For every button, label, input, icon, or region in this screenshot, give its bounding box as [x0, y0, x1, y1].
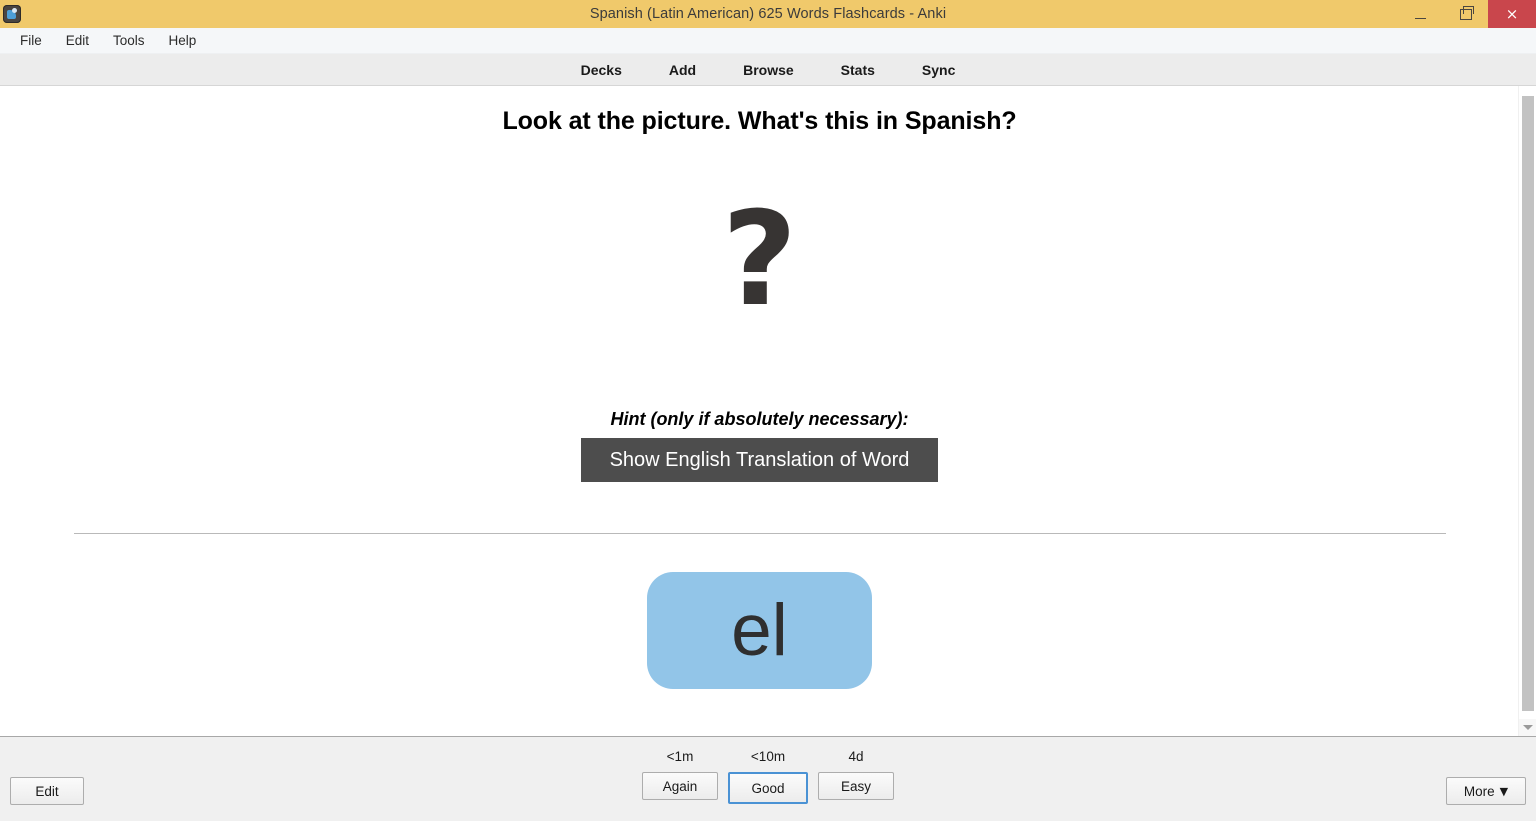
menu-item-tools[interactable]: Tools — [101, 31, 157, 50]
more-button-label: More — [1463, 783, 1495, 799]
question-mark-icon: ? — [721, 183, 798, 335]
card-question-prompt: Look at the picture. What's this in Span… — [502, 107, 1017, 135]
ease-column-again: <1m Again — [642, 749, 718, 804]
window-title: Spanish (Latin American) 625 Words Flash… — [589, 6, 947, 22]
card-image-placeholder: ? — [722, 194, 797, 324]
toolbar-item-sync[interactable]: Sync — [922, 62, 955, 78]
good-button[interactable]: Good — [728, 772, 808, 804]
maximize-button[interactable] — [1443, 0, 1488, 28]
show-translation-hint-button[interactable]: Show English Translation of Word — [580, 438, 939, 482]
scrollbar-thumb[interactable] — [1522, 96, 1534, 711]
main-toolbar: Decks Add Browse Stats Sync — [0, 54, 1536, 86]
scrollbar-track[interactable] — [1519, 86, 1536, 719]
chevron-down-icon: ▼ — [1499, 784, 1509, 798]
answer-divider — [73, 533, 1446, 534]
ease-buttons-group: <1m Again <10m Good 4d Easy — [0, 749, 1536, 804]
hint-section: Hint (only if absolutely necessary): Sho… — [580, 409, 939, 482]
answer-pill: el — [647, 572, 872, 689]
restore-icon — [1459, 5, 1474, 20]
more-button[interactable]: More ▼ — [1446, 777, 1526, 805]
menu-item-help[interactable]: Help — [157, 31, 209, 50]
menu-item-edit[interactable]: Edit — [54, 31, 101, 50]
again-button[interactable]: Again — [642, 772, 718, 800]
ease-interval-good: <10m — [750, 749, 786, 764]
close-button[interactable]: × — [1488, 0, 1536, 28]
toolbar-item-decks[interactable]: Decks — [581, 62, 622, 78]
minimize-button[interactable] — [1398, 0, 1443, 28]
title-bar: Spanish (Latin American) 625 Words Flash… — [0, 0, 1536, 28]
ease-interval-again: <1m — [666, 749, 694, 764]
toolbar-item-stats[interactable]: Stats — [841, 62, 875, 78]
window-controls: × — [1398, 0, 1536, 28]
chevron-down-icon — [1522, 725, 1533, 730]
card-area: Look at the picture. What's this in Span… — [0, 86, 1536, 736]
close-icon: × — [1505, 4, 1519, 23]
card-content: Look at the picture. What's this in Span… — [0, 86, 1519, 736]
toolbar-item-add[interactable]: Add — [669, 62, 696, 78]
hint-label: Hint (only if absolutely necessary): — [610, 409, 909, 429]
scroll-down-button[interactable] — [1519, 719, 1536, 736]
answer-text: el — [731, 590, 788, 671]
toolbar-item-browse[interactable]: Browse — [743, 62, 794, 78]
ease-interval-easy: 4d — [848, 749, 864, 764]
ease-column-easy: 4d Easy — [818, 749, 894, 804]
menu-item-file[interactable]: File — [8, 31, 54, 50]
bottom-bar: Edit <1m Again <10m Good 4d Easy More ▼ — [0, 736, 1536, 821]
vertical-scrollbar[interactable] — [1518, 86, 1536, 736]
minimize-icon — [1415, 17, 1426, 19]
anki-app-icon — [3, 5, 21, 23]
menu-bar: File Edit Tools Help — [0, 28, 1536, 54]
ease-column-good: <10m Good — [728, 749, 808, 804]
easy-button[interactable]: Easy — [818, 772, 894, 800]
anki-main-window: Spanish (Latin American) 625 Words Flash… — [0, 0, 1536, 821]
